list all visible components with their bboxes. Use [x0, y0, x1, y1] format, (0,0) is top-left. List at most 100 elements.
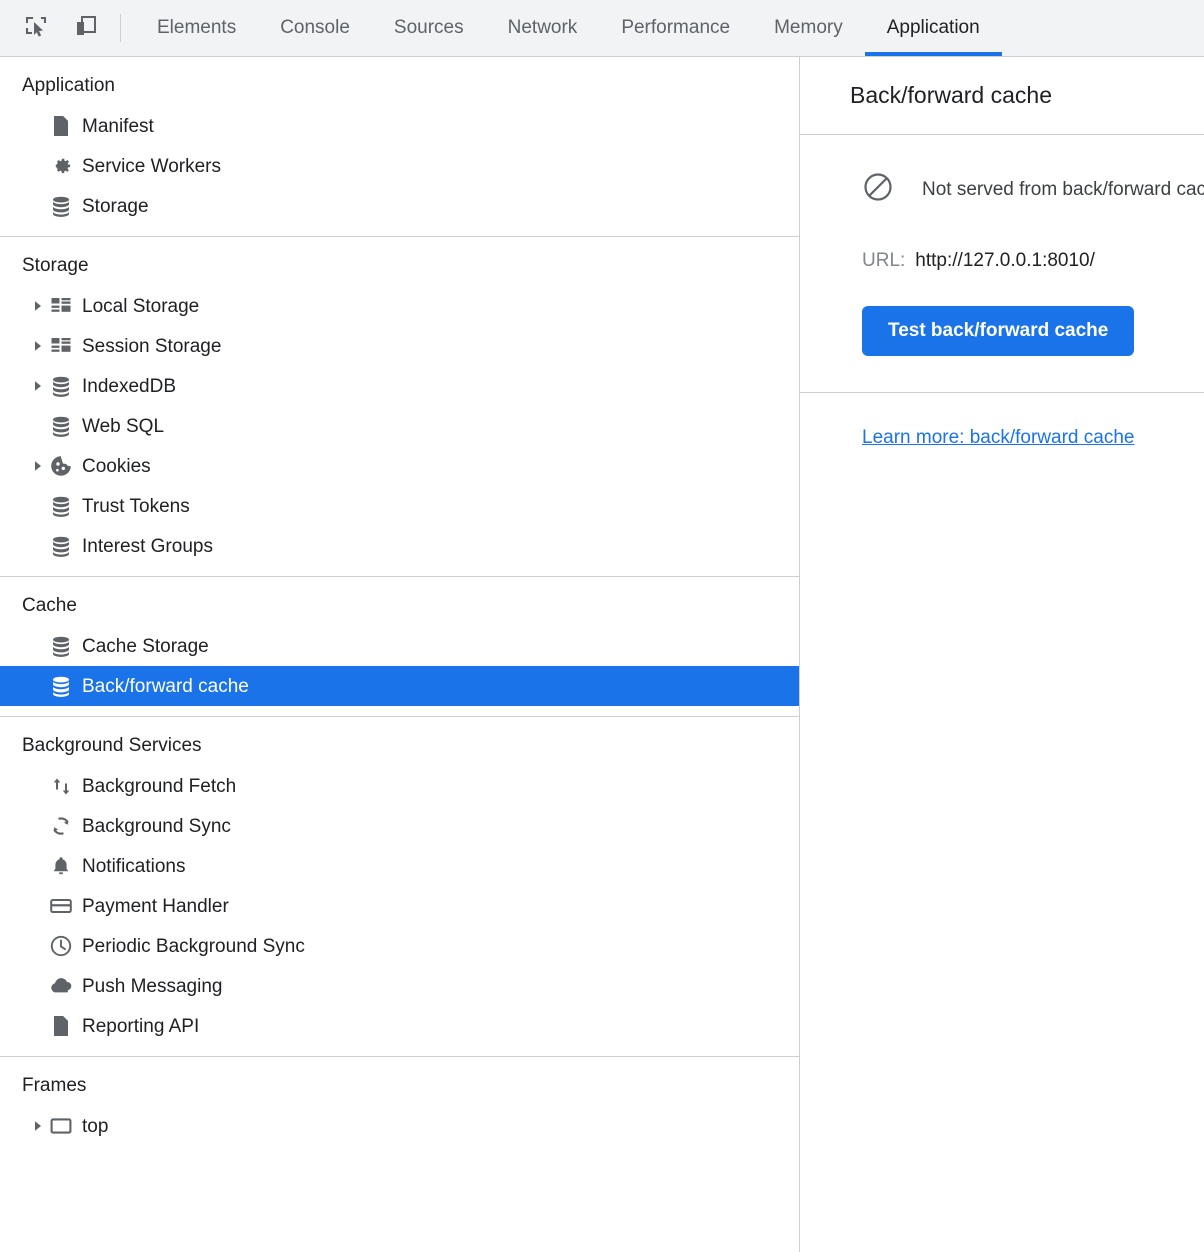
- sidebar-item-trust-tokens[interactable]: Trust Tokens: [0, 486, 799, 526]
- sidebar-section-application: Application Manifest Service Workers Storag…: [0, 57, 799, 237]
- sidebar-item-local-storage[interactable]: Local Storage: [0, 286, 799, 326]
- sidebar-section-title: Cache: [22, 595, 77, 616]
- sidebar-item-background-fetch[interactable]: Background Fetch: [0, 766, 799, 806]
- sidebar-section-title: Application: [22, 75, 115, 96]
- sidebar-item-label: Cache Storage: [82, 635, 209, 657]
- learn-more-row: Learn more: back/forward cache: [800, 393, 1204, 449]
- frame-icon: [48, 1113, 76, 1139]
- table-icon: [48, 293, 76, 319]
- expand-arrow-icon[interactable]: [28, 1119, 48, 1133]
- tab-label: Network: [507, 17, 578, 38]
- sidebar-item-label: Background Fetch: [82, 775, 237, 797]
- tab-elements[interactable]: Elements: [135, 0, 258, 56]
- database-icon: [48, 193, 76, 219]
- tab-network[interactable]: Network: [486, 0, 600, 56]
- arrows-up-down-icon: [48, 773, 76, 799]
- sync-icon: [48, 813, 76, 839]
- expand-arrow-icon[interactable]: [28, 339, 48, 353]
- sidebar-item-manifest[interactable]: Manifest: [0, 106, 799, 146]
- cookie-icon: [48, 453, 76, 479]
- test-button-row: Test back/forward cache: [800, 306, 1204, 356]
- sidebar-item-notifications[interactable]: Notifications: [0, 846, 799, 886]
- sidebar-section-title: Storage: [22, 255, 89, 276]
- document-icon: [48, 113, 76, 139]
- page-title: Back/forward cache: [850, 82, 1052, 108]
- sidebar-item-cookies[interactable]: Cookies: [0, 446, 799, 486]
- application-sidebar: Application Manifest Service Workers Storag…: [0, 57, 800, 1252]
- expand-arrow-icon[interactable]: [28, 299, 48, 313]
- sidebar-item-periodic-background-sync[interactable]: Periodic Background Sync: [0, 926, 799, 966]
- bfcache-panel: Back/forward cache Not served from back/…: [800, 57, 1204, 1252]
- sidebar-item-label: Local Storage: [82, 295, 200, 317]
- sidebar-item-label: IndexedDB: [82, 375, 177, 397]
- sidebar-item-label: Session Storage: [82, 335, 222, 357]
- sidebar-item-back-forward-cache[interactable]: Back/forward cache: [0, 666, 799, 706]
- sidebar-item-label: Storage: [82, 195, 149, 217]
- sidebar-item-label: Reporting API: [82, 1015, 200, 1037]
- expand-arrow-icon[interactable]: [28, 379, 48, 393]
- sidebar-item-label: Cookies: [82, 455, 151, 477]
- panel-body: Not served from back/forward cache URL: …: [800, 135, 1204, 393]
- sidebar-section-title: Frames: [22, 1075, 87, 1096]
- sidebar-item-top[interactable]: top: [0, 1106, 799, 1146]
- sidebar-item-indexeddb[interactable]: IndexedDB: [0, 366, 799, 406]
- sidebar-section-background-services: Background Services Background Fetch Backg…: [0, 717, 799, 1057]
- cloud-icon: [48, 973, 76, 999]
- database-icon: [48, 533, 76, 559]
- inspect-element-icon: [23, 13, 49, 44]
- status-row: Not served from back/forward cache: [800, 171, 1204, 208]
- sidebar-item-web-sql[interactable]: Web SQL: [0, 406, 799, 446]
- sidebar-section-frames: Frames top: [0, 1057, 799, 1156]
- sidebar-item-push-messaging[interactable]: Push Messaging: [0, 966, 799, 1006]
- panel-header: Back/forward cache: [800, 57, 1204, 135]
- sidebar-item-label: Trust Tokens: [82, 495, 190, 517]
- toolbar-divider: [120, 14, 121, 42]
- sidebar-item-service-workers[interactable]: Service Workers: [0, 146, 799, 186]
- credit-card-icon: [48, 893, 76, 919]
- inspect-element-button[interactable]: [18, 10, 54, 46]
- sidebar-item-cache-storage[interactable]: Cache Storage: [0, 626, 799, 666]
- document-icon: [48, 1013, 76, 1039]
- tab-memory[interactable]: Memory: [752, 0, 865, 56]
- device-toolbar-button[interactable]: [68, 10, 104, 46]
- tab-sources[interactable]: Sources: [372, 0, 486, 56]
- url-value: http://127.0.0.1:8010/: [915, 250, 1095, 271]
- devtools-body: Application Manifest Service Workers Storag…: [0, 57, 1204, 1252]
- sidebar-item-label: top: [82, 1115, 109, 1137]
- database-icon: [48, 633, 76, 659]
- url-row: URL: http://127.0.0.1:8010/: [800, 250, 1204, 272]
- sidebar-item-label: Background Sync: [82, 815, 231, 837]
- sidebar-item-background-sync[interactable]: Background Sync: [0, 806, 799, 846]
- database-icon: [48, 673, 76, 699]
- devtools-toolbar: Elements Console Sources Network Perform…: [0, 0, 1204, 57]
- url-label: URL:: [862, 250, 906, 271]
- sidebar-item-storage[interactable]: Storage: [0, 186, 799, 226]
- test-bfcache-button[interactable]: Test back/forward cache: [862, 306, 1135, 356]
- tab-application[interactable]: Application: [864, 0, 1002, 56]
- tab-label: Memory: [774, 17, 843, 38]
- table-icon: [48, 333, 76, 359]
- sidebar-item-reporting-api[interactable]: Reporting API: [0, 1006, 799, 1046]
- sidebar-section-cache: Cache Cache Storage Back/forward cache: [0, 577, 799, 717]
- tab-performance[interactable]: Performance: [599, 0, 752, 56]
- bell-icon: [48, 853, 76, 879]
- sidebar-section-storage: Storage Local Storage Session Storage Index…: [0, 237, 799, 577]
- sidebar-item-payment-handler[interactable]: Payment Handler: [0, 886, 799, 926]
- expand-arrow-icon[interactable]: [28, 459, 48, 473]
- status-text: Not served from back/forward cache: [922, 178, 1204, 200]
- learn-more-link[interactable]: Learn more: back/forward cache: [862, 427, 1134, 448]
- tab-label: Performance: [621, 17, 731, 38]
- tab-label: Console: [280, 17, 350, 38]
- sidebar-section-title: Background Services: [22, 735, 202, 756]
- sidebar-item-label: Service Workers: [82, 155, 222, 177]
- sidebar-item-session-storage[interactable]: Session Storage: [0, 326, 799, 366]
- database-icon: [48, 493, 76, 519]
- sidebar-item-interest-groups[interactable]: Interest Groups: [0, 526, 799, 566]
- toolbar-icon-group: [0, 0, 104, 56]
- sidebar-item-label: Manifest: [82, 115, 154, 137]
- sidebar-item-label: Interest Groups: [82, 535, 213, 557]
- sidebar-item-label: Push Messaging: [82, 975, 223, 997]
- sidebar-item-label: Periodic Background Sync: [82, 935, 305, 957]
- tab-label: Application: [886, 17, 980, 38]
- tab-console[interactable]: Console: [258, 0, 372, 56]
